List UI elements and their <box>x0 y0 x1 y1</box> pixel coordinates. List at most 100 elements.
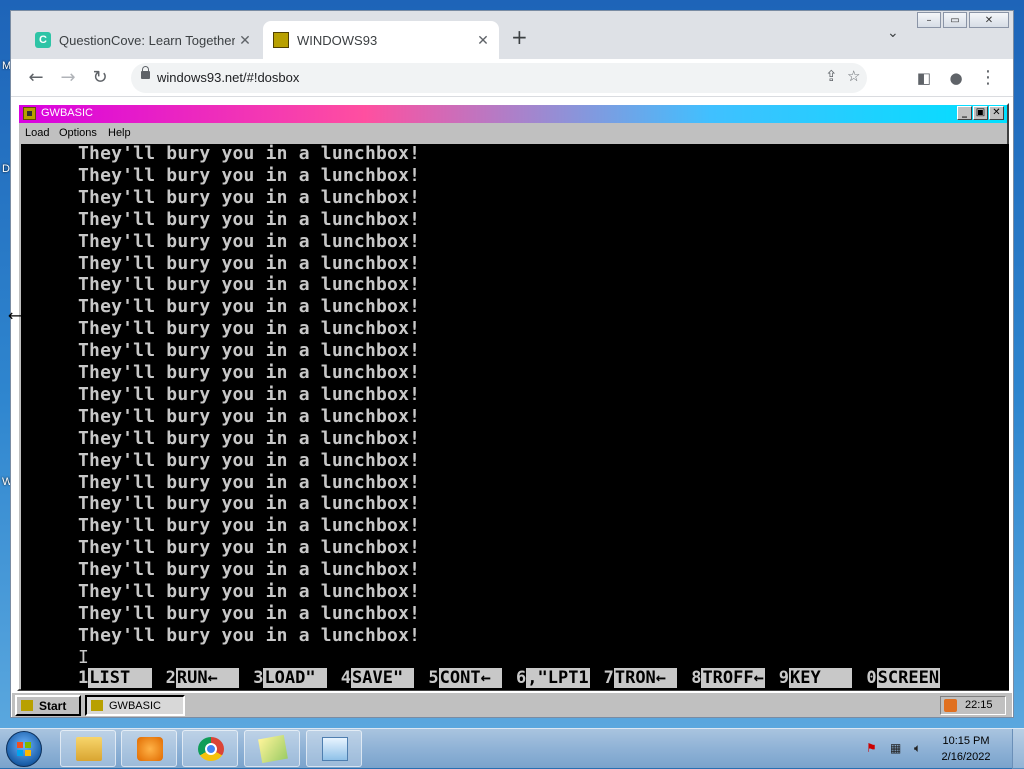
function-key-4[interactable]: 4SAVE" <box>341 668 415 688</box>
function-key-5[interactable]: 5CONT← <box>428 668 503 688</box>
function-key-command: SCREEN <box>876 668 941 688</box>
tab-label: QuestionCove: Learn Together <box>59 32 235 48</box>
network-icon[interactable]: ▦ <box>890 741 904 755</box>
page-viewport: GWBASIC _ ▣ ✕ Load Options Help They'll … <box>12 97 1012 717</box>
gwbasic-window: GWBASIC _ ▣ ✕ Load Options Help They'll … <box>17 103 1009 691</box>
system-clock[interactable]: 10:15 PM 2/16/2022 <box>930 733 1002 765</box>
w93-taskbar: Start GWBASIC 22:15 <box>12 691 1012 717</box>
function-key-6[interactable]: 6,"LPT1 <box>516 668 590 688</box>
function-key-number: 2 <box>165 668 176 688</box>
function-key-command: LIST <box>88 668 152 688</box>
terminal-line: They'll bury you in a lunchbox! <box>78 449 421 471</box>
function-key-number: 9 <box>778 668 790 688</box>
close-icon[interactable]: ✕ <box>969 12 1009 28</box>
task-label: GWBASIC <box>109 700 161 712</box>
w93-task-gwbasic[interactable]: GWBASIC <box>85 695 185 716</box>
reload-icon[interactable]: ↻ <box>87 65 113 91</box>
terminal-line: They'll bury you in a lunchbox! <box>78 515 421 537</box>
function-key-number: 7 <box>603 668 614 688</box>
gwbasic-titlebar[interactable]: GWBASIC _ ▣ ✕ <box>19 105 1007 123</box>
function-key-command: TRON← <box>613 668 678 688</box>
function-key-8[interactable]: 8TROFF← <box>691 668 765 688</box>
function-key-number: 6 <box>516 668 527 688</box>
new-tab-icon[interactable]: + <box>511 25 528 49</box>
share-icon[interactable]: ⇪ <box>825 67 838 85</box>
back-icon[interactable]: ← <box>23 65 49 91</box>
url-text[interactable]: windows93.net/#!dosbox <box>157 70 299 85</box>
menu-load[interactable]: Load <box>25 127 49 139</box>
function-key-2[interactable]: 2RUN← <box>166 668 240 688</box>
function-key-command: TROFF← <box>701 668 765 688</box>
address-bar[interactable]: windows93.net/#!dosbox ⇪ ☆ <box>131 63 867 93</box>
start-orb-icon[interactable] <box>6 731 42 767</box>
terminal-line: They'll bury you in a lunchbox! <box>78 252 421 274</box>
browser-toolbar: ← → ↻ windows93.net/#!dosbox ⇪ ☆ ◧ ● ⋮ <box>11 59 1013 97</box>
terminal-line: They'll bury you in a lunchbox! <box>78 559 421 581</box>
function-key-1[interactable]: 1LIST <box>78 668 152 688</box>
volume-icon[interactable]: 🔈︎ <box>914 741 928 755</box>
windows93-favicon-icon <box>273 32 289 48</box>
w93-tray: 22:15 <box>940 696 1006 715</box>
function-key-command: CONT← <box>438 668 503 688</box>
tab-windows93[interactable]: WINDOWS93 ✕ <box>263 21 499 59</box>
menu-dots-icon[interactable]: ⋮ <box>975 65 1001 91</box>
tab-questioncove[interactable]: C QuestionCove: Learn Together ✕ <box>25 21 261 59</box>
media-player-icon[interactable] <box>121 730 177 767</box>
windows7-taskbar: ⚑ ▦ 🔈︎ 10:15 PM 2/16/2022 <box>0 728 1024 769</box>
terminal-line: They'll bury you in a lunchbox! <box>78 493 421 515</box>
w93-start-button[interactable]: Start <box>15 695 81 716</box>
terminal-line: They'll bury you in a lunchbox! <box>78 318 421 340</box>
forward-icon[interactable]: → <box>55 65 81 91</box>
lock-icon[interactable] <box>141 66 150 79</box>
function-key-command: SAVE" <box>351 668 415 688</box>
tab-close-icon[interactable]: ✕ <box>473 32 493 49</box>
function-key-number: 3 <box>253 668 264 688</box>
bookmark-star-icon[interactable]: ☆ <box>847 67 860 85</box>
notepad-icon[interactable] <box>306 730 362 767</box>
terminal-screen[interactable]: They'll bury you in a lunchbox! They'll b… <box>21 144 1009 690</box>
terminal-line: They'll bury you in a lunchbox! <box>78 427 421 449</box>
function-key-command: KEY <box>789 668 853 688</box>
folder-icon[interactable] <box>244 730 300 767</box>
profile-avatar-icon[interactable]: ● <box>943 65 969 91</box>
rss-icon[interactable] <box>944 699 957 712</box>
function-key-number: 0 <box>866 668 877 688</box>
function-key-0[interactable]: 0SCREEN <box>866 668 941 688</box>
windows93-logo-icon <box>21 700 33 711</box>
clock-date: 2/16/2022 <box>941 751 991 763</box>
chrome-window: C QuestionCove: Learn Together ✕ WINDOWS… <box>10 10 1014 718</box>
minimize-icon[interactable]: – <box>917 12 941 28</box>
menu-help[interactable]: Help <box>108 127 131 139</box>
minimize-icon[interactable]: _ <box>957 106 972 120</box>
action-center-flag-icon[interactable]: ⚑ <box>866 741 880 755</box>
function-key-7[interactable]: 7TRON← <box>604 668 678 688</box>
close-icon[interactable]: ✕ <box>989 106 1004 120</box>
maximize-icon[interactable]: ▣ <box>973 106 988 120</box>
terminal-line: They'll bury you in a lunchbox! <box>78 581 421 602</box>
start-label: Start <box>39 699 67 713</box>
chevron-down-icon[interactable]: ⌄ <box>887 25 899 41</box>
menu-options[interactable]: Options <box>59 127 97 139</box>
function-key-number: 8 <box>691 668 702 688</box>
tab-close-icon[interactable]: ✕ <box>235 32 255 49</box>
show-desktop-button[interactable] <box>1012 729 1024 769</box>
window-title: GWBASIC <box>41 107 93 119</box>
tab-label: WINDOWS93 <box>297 32 378 48</box>
function-key-9[interactable]: 9KEY <box>779 668 853 688</box>
gwbasic-app-icon <box>91 700 103 711</box>
gwbasic-menubar: Load Options Help <box>19 123 1007 143</box>
side-panel-icon[interactable]: ◧ <box>911 65 937 91</box>
function-key-3[interactable]: 3LOAD" <box>253 668 327 688</box>
chrome-icon[interactable] <box>182 730 238 767</box>
maximize-icon[interactable]: ▭ <box>943 12 967 28</box>
terminal-line: They'll bury you in a lunchbox! <box>78 537 421 559</box>
gwbasic-app-icon <box>23 107 36 120</box>
clock-time: 10:15 PM <box>942 735 990 747</box>
questioncove-favicon-icon: C <box>35 32 51 48</box>
explorer-icon[interactable] <box>60 730 116 767</box>
terminal-line: They'll bury you in a lunchbox! <box>78 471 421 493</box>
terminal-line: They'll bury you in a lunchbox! <box>78 296 421 318</box>
terminal-line: They'll bury you in a lunchbox! <box>78 340 421 362</box>
browser-tab-strip: C QuestionCove: Learn Together ✕ WINDOWS… <box>11 11 1013 59</box>
desktop-icon-label[interactable]: D <box>2 163 10 175</box>
